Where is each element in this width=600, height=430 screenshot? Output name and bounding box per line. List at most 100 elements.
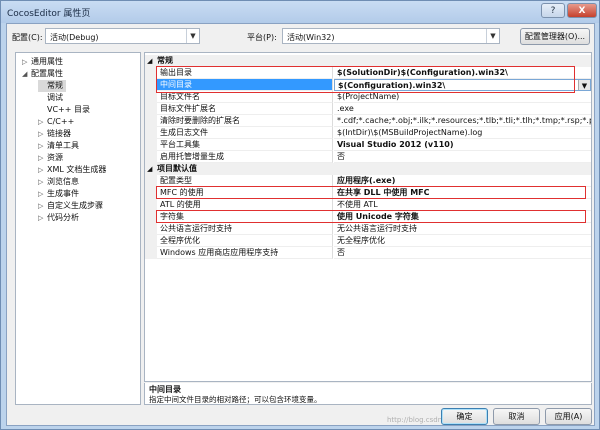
close-button[interactable]: X: [567, 3, 597, 18]
property-value[interactable]: $(SolutionDir)$(Configuration).win32\: [334, 67, 591, 79]
tree-item-debug[interactable]: 调试: [38, 92, 63, 104]
tree-item-code-analysis[interactable]: ▷ 代码分析: [38, 212, 79, 224]
tree-item-cpp[interactable]: ▷ C/C++: [38, 116, 74, 128]
property-value[interactable]: 在共享 DLL 中使用 MFC: [334, 187, 591, 199]
property-row-managed-incremental[interactable]: 启用托管增量生成 否: [145, 151, 591, 163]
expand-icon[interactable]: ▷: [22, 56, 31, 68]
property-value-input[interactable]: $(Configuration).win32\ ▼: [334, 79, 591, 91]
property-name: 生成日志文件: [157, 127, 333, 139]
window-title: CocosEditor 属性页: [7, 9, 91, 19]
property-row-build-log[interactable]: 生成日志文件 $(IntDir)\$(MSBuildProjectName).l…: [145, 127, 591, 139]
expand-icon[interactable]: ▷: [38, 152, 47, 164]
property-value[interactable]: *.cdf;*.cache;*.obj;*.ilk;*.resources;*.…: [334, 115, 591, 127]
property-value-text[interactable]: $(Configuration).win32\: [338, 81, 445, 90]
tree-item-common[interactable]: ▷ 通用属性: [22, 56, 63, 68]
property-name: 配置类型: [157, 175, 333, 187]
category-general[interactable]: ◢ 常规: [145, 55, 591, 67]
property-value[interactable]: $(ProjectName): [334, 91, 591, 103]
property-row-mfc[interactable]: MFC 的使用 在共享 DLL 中使用 MFC: [145, 187, 591, 199]
tree-item-general[interactable]: 常规: [38, 80, 66, 92]
expand-icon[interactable]: ▷: [38, 212, 47, 224]
apply-button[interactable]: 应用(A): [545, 408, 592, 425]
tree-item-label: 自定义生成步骤: [47, 201, 103, 210]
row-gutter: [145, 79, 157, 91]
row-gutter: [145, 223, 157, 235]
tree-item-label: VC++ 目录: [47, 105, 91, 114]
category-label: 项目默认值: [157, 164, 197, 173]
property-row-charset[interactable]: 字符集 使用 Unicode 字符集: [145, 211, 591, 223]
property-value[interactable]: 应用程序(.exe): [334, 175, 591, 187]
config-combo[interactable]: 活动(Debug) ▼: [45, 28, 200, 44]
row-gutter: [145, 247, 157, 259]
title-bar: CocosEditor 属性页 ? X: [1, 1, 599, 23]
property-pages-window: CocosEditor 属性页 ? X 配置(C): 活动(Debug) ▼ 平…: [0, 0, 600, 430]
tree-item-label: 资源: [47, 153, 63, 162]
row-gutter: [145, 235, 157, 247]
platform-combo[interactable]: 活动(Win32) ▼: [282, 28, 500, 44]
property-value[interactable]: 否: [334, 151, 591, 163]
property-value[interactable]: 无公共语言运行时支持: [334, 223, 591, 235]
property-row-target-ext[interactable]: 目标文件扩展名 .exe: [145, 103, 591, 115]
expand-icon[interactable]: ▷: [38, 164, 47, 176]
expand-icon[interactable]: ▷: [38, 200, 47, 212]
tree-item-manifest[interactable]: ▷ 清单工具: [38, 140, 79, 152]
property-name: 全程序优化: [157, 235, 333, 247]
row-gutter: [145, 175, 157, 187]
config-combo-value: 活动(Debug): [50, 33, 99, 42]
property-value[interactable]: .exe: [334, 103, 591, 115]
tree-item-label: 浏览信息: [47, 177, 79, 186]
config-manager-button[interactable]: 配置管理器(O)...: [520, 28, 590, 45]
ok-button[interactable]: 确定: [441, 408, 488, 425]
tree-item-vc-dirs[interactable]: VC++ 目录: [38, 104, 90, 116]
property-row-intermediate-dir[interactable]: 中间目录 $(Configuration).win32\ ▼: [145, 79, 591, 91]
property-row-store-app[interactable]: Windows 应用商店应用程序支持 否: [145, 247, 591, 259]
property-name: 目标文件扩展名: [157, 103, 333, 115]
category-label: 常规: [157, 56, 173, 65]
tree-item-custom-build[interactable]: ▷ 自定义生成步骤: [38, 200, 103, 212]
description-panel: 中间目录 指定中间文件目录的相对路径；可以包含环境变量。: [144, 383, 592, 405]
collapse-icon[interactable]: ◢: [147, 55, 157, 67]
property-row-target-name[interactable]: 目标文件名 $(ProjectName): [145, 91, 591, 103]
tree-item-xml-doc[interactable]: ▷ XML 文档生成器: [38, 164, 106, 176]
tree-item-resources[interactable]: ▷ 资源: [38, 152, 63, 164]
tree-item-linker[interactable]: ▷ 链接器: [38, 128, 71, 140]
property-row-clr[interactable]: 公共语言运行时支持 无公共语言运行时支持: [145, 223, 591, 235]
category-project-defaults[interactable]: ◢ 项目默认值: [145, 163, 591, 175]
collapse-icon[interactable]: ◢: [22, 68, 31, 80]
property-name: 启用托管增量生成: [157, 151, 333, 163]
property-grid[interactable]: ◢ 常规 输出目录 $(SolutionDir)$(Configuration).…: [144, 52, 592, 382]
chevron-down-icon[interactable]: ▼: [186, 29, 199, 43]
property-value[interactable]: 不使用 ATL: [334, 199, 591, 211]
cancel-button[interactable]: 取消: [493, 408, 540, 425]
property-value[interactable]: 使用 Unicode 字符集: [334, 211, 591, 223]
expand-icon[interactable]: ▷: [38, 188, 47, 200]
help-button[interactable]: ?: [541, 3, 565, 18]
property-value[interactable]: $(IntDir)\$(MSBuildProjectName).log: [334, 127, 591, 139]
property-row-clean-ext[interactable]: 清除时要删除的扩展名 *.cdf;*.cache;*.obj;*.ilk;*.r…: [145, 115, 591, 127]
expand-icon[interactable]: ▷: [38, 128, 47, 140]
collapse-icon[interactable]: ◢: [147, 163, 157, 175]
expand-icon[interactable]: ▷: [38, 116, 47, 128]
expand-icon[interactable]: ▷: [38, 140, 47, 152]
row-gutter: [145, 67, 157, 79]
tree-item-config[interactable]: ◢ 配置属性: [22, 68, 63, 80]
property-row-atl[interactable]: ATL 的使用 不使用 ATL: [145, 199, 591, 211]
tree-item-build-events[interactable]: ▷ 生成事件: [38, 188, 79, 200]
property-name: ATL 的使用: [157, 199, 333, 211]
property-row-toolset[interactable]: 平台工具集 Visual Studio 2012 (v110): [145, 139, 591, 151]
property-value[interactable]: Visual Studio 2012 (v110): [334, 139, 591, 151]
property-value[interactable]: 无全程序优化: [334, 235, 591, 247]
category-tree[interactable]: ▷ 通用属性 ◢ 配置属性 常规 调试 VC++ 目录 ▷ C/C++ ▷ 链接器 ▷ 清…: [15, 52, 141, 405]
chevron-down-icon[interactable]: ▼: [578, 80, 590, 90]
property-row-config-type[interactable]: 配置类型 应用程序(.exe): [145, 175, 591, 187]
property-value[interactable]: 否: [334, 247, 591, 259]
chevron-down-icon[interactable]: ▼: [486, 29, 499, 43]
tree-item-label: 代码分析: [47, 213, 79, 222]
tree-item-label: 清单工具: [47, 141, 79, 150]
expand-icon[interactable]: ▷: [38, 176, 47, 188]
property-row-wpo[interactable]: 全程序优化 无全程序优化: [145, 235, 591, 247]
property-name: 清除时要删除的扩展名: [157, 115, 333, 127]
property-row-output-dir[interactable]: 输出目录 $(SolutionDir)$(Configuration).win3…: [145, 67, 591, 79]
tree-item-label: 通用属性: [31, 57, 63, 66]
tree-item-browse[interactable]: ▷ 浏览信息: [38, 176, 79, 188]
